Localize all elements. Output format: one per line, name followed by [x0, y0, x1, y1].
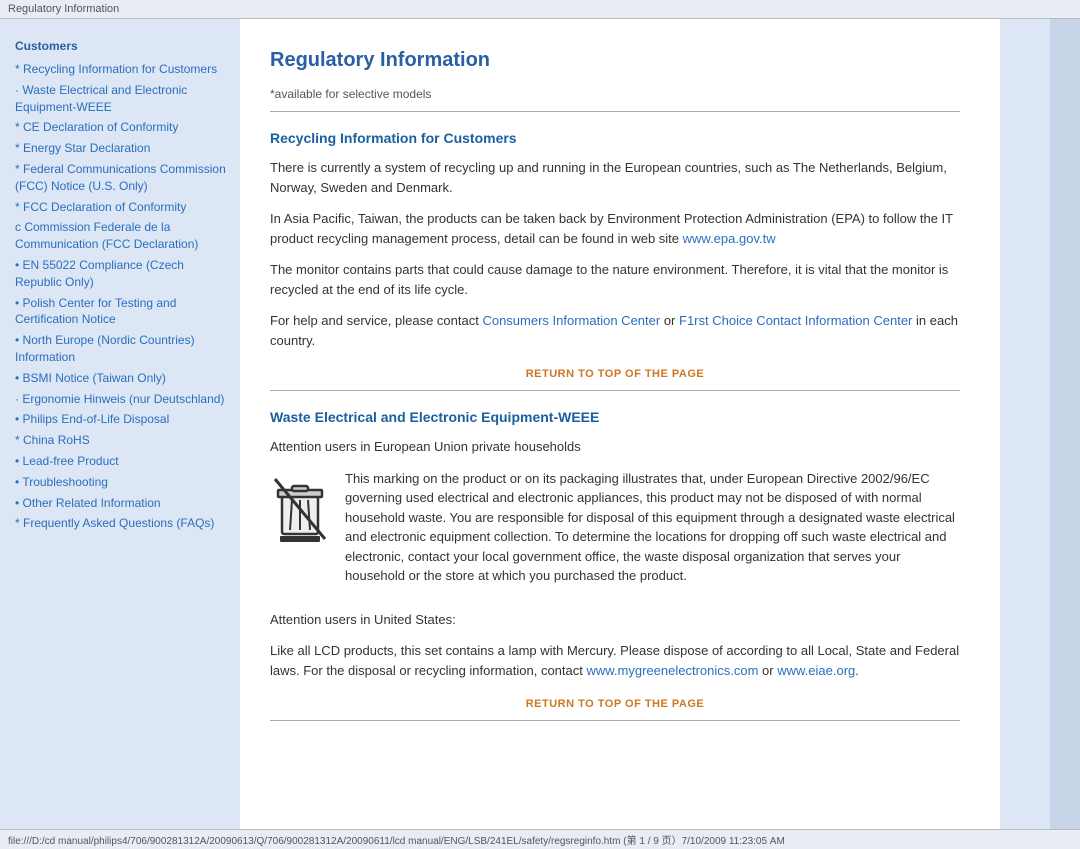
- mygreenelectronics-link[interactable]: www.mygreenelectronics.com: [586, 663, 758, 678]
- eiae-link[interactable]: www.eiae.org: [777, 663, 855, 678]
- title-bar-text: Regulatory Information: [8, 3, 119, 15]
- sidebar-item: • Lead-free Product: [15, 453, 230, 470]
- sidebar: Customers * Recycling Information for Cu…: [0, 19, 240, 829]
- sidebar-list: * Recycling Information for Customers · W…: [15, 61, 230, 532]
- sidebar-item: c Commission Federale de la Communicatio…: [15, 219, 230, 253]
- sidebar-link[interactable]: • Philips End-of-Life Disposal: [15, 411, 230, 428]
- sidebar-item: • North Europe (Nordic Countries) Inform…: [15, 332, 230, 366]
- sidebar-link[interactable]: · Ergonomie Hinweis (nur Deutschland): [15, 391, 230, 408]
- divider-mid: [270, 390, 960, 391]
- consumers-info-link[interactable]: Consumers Information Center: [482, 313, 660, 328]
- sidebar-item: * China RoHS: [15, 432, 230, 449]
- sidebar-item: * CE Declaration of Conformity: [15, 119, 230, 136]
- recycling-para-1: There is currently a system of recycling…: [270, 158, 960, 197]
- sidebar-link[interactable]: • EN 55022 Compliance (Czech Republic On…: [15, 257, 230, 291]
- sidebar-item: * Federal Communications Commission (FCC…: [15, 161, 230, 195]
- available-note: *available for selective models: [270, 87, 960, 101]
- weee-icon: [270, 474, 330, 547]
- sidebar-item: • BSMI Notice (Taiwan Only): [15, 370, 230, 387]
- right-panel: [1000, 19, 1080, 829]
- weee-eu-text: This marking on the product or on its pa…: [345, 469, 960, 586]
- sidebar-item: • Philips End-of-Life Disposal: [15, 411, 230, 428]
- divider-bottom: [270, 720, 960, 721]
- sidebar-link[interactable]: c Commission Federale de la Communicatio…: [15, 219, 230, 253]
- f1rst-choice-link[interactable]: F1rst Choice Contact Information Center: [679, 313, 912, 328]
- recycling-heading: Recycling Information for Customers: [270, 130, 960, 146]
- recycling-para-2: In Asia Pacific, Taiwan, the products ca…: [270, 209, 960, 248]
- sidebar-item: • Other Related Information: [15, 495, 230, 512]
- return-to-top-1[interactable]: RETURN TO TOP OF THE PAGE: [270, 368, 960, 380]
- sidebar-link[interactable]: * Energy Star Declaration: [15, 140, 230, 157]
- recycling-para-4: For help and service, please contact Con…: [270, 311, 960, 350]
- main-content: Regulatory Information *available for se…: [240, 19, 1000, 829]
- title-bar: Regulatory Information: [0, 0, 1080, 19]
- sidebar-item: * Energy Star Declaration: [15, 140, 230, 157]
- sidebar-item: * Frequently Asked Questions (FAQs): [15, 515, 230, 532]
- sidebar-link[interactable]: • BSMI Notice (Taiwan Only): [15, 370, 230, 387]
- sidebar-link[interactable]: • Lead-free Product: [15, 453, 230, 470]
- page-title: Regulatory Information: [270, 49, 960, 72]
- sidebar-item: · Ergonomie Hinweis (nur Deutschland): [15, 391, 230, 408]
- epa-link[interactable]: www.epa.gov.tw: [683, 231, 776, 246]
- sidebar-item: • Polish Center for Testing and Certific…: [15, 295, 230, 329]
- sidebar-link[interactable]: * Federal Communications Commission (FCC…: [15, 161, 230, 195]
- sidebar-section-title: Customers: [15, 39, 230, 53]
- weee-attention-eu: Attention users in European Union privat…: [270, 437, 960, 457]
- sidebar-link[interactable]: * CE Declaration of Conformity: [15, 119, 230, 136]
- status-bar: file:///D:/cd manual/philips4/706/900281…: [0, 829, 1080, 849]
- sidebar-item: * Recycling Information for Customers: [15, 61, 230, 78]
- sidebar-link[interactable]: * China RoHS: [15, 432, 230, 449]
- sidebar-link[interactable]: · Waste Electrical and Electronic Equipm…: [15, 82, 230, 116]
- weee-symbol-block: This marking on the product or on its pa…: [270, 469, 960, 598]
- return-to-top-2[interactable]: RETURN TO TOP OF THE PAGE: [270, 698, 960, 710]
- weee-attention-us: Attention users in United States:: [270, 610, 960, 630]
- sidebar-item: • EN 55022 Compliance (Czech Republic On…: [15, 257, 230, 291]
- sidebar-item: · Waste Electrical and Electronic Equipm…: [15, 82, 230, 116]
- sidebar-item: • Troubleshooting: [15, 474, 230, 491]
- right-inner-panel: [1000, 19, 1050, 829]
- sidebar-link[interactable]: • Polish Center for Testing and Certific…: [15, 295, 230, 329]
- divider-top: [270, 111, 960, 112]
- sidebar-link[interactable]: * Frequently Asked Questions (FAQs): [15, 515, 230, 532]
- sidebar-link[interactable]: • North Europe (Nordic Countries) Inform…: [15, 332, 230, 366]
- sidebar-link[interactable]: • Troubleshooting: [15, 474, 230, 491]
- weee-us-text: Like all LCD products, this set contains…: [270, 641, 960, 680]
- status-bar-text: file:///D:/cd manual/philips4/706/900281…: [8, 836, 785, 847]
- weee-heading: Waste Electrical and Electronic Equipmen…: [270, 409, 960, 425]
- sidebar-item: * FCC Declaration of Conformity: [15, 199, 230, 216]
- sidebar-link[interactable]: • Other Related Information: [15, 495, 230, 512]
- recycling-para-3: The monitor contains parts that could ca…: [270, 260, 960, 299]
- sidebar-link[interactable]: * FCC Declaration of Conformity: [15, 199, 230, 216]
- sidebar-link[interactable]: * Recycling Information for Customers: [15, 61, 230, 78]
